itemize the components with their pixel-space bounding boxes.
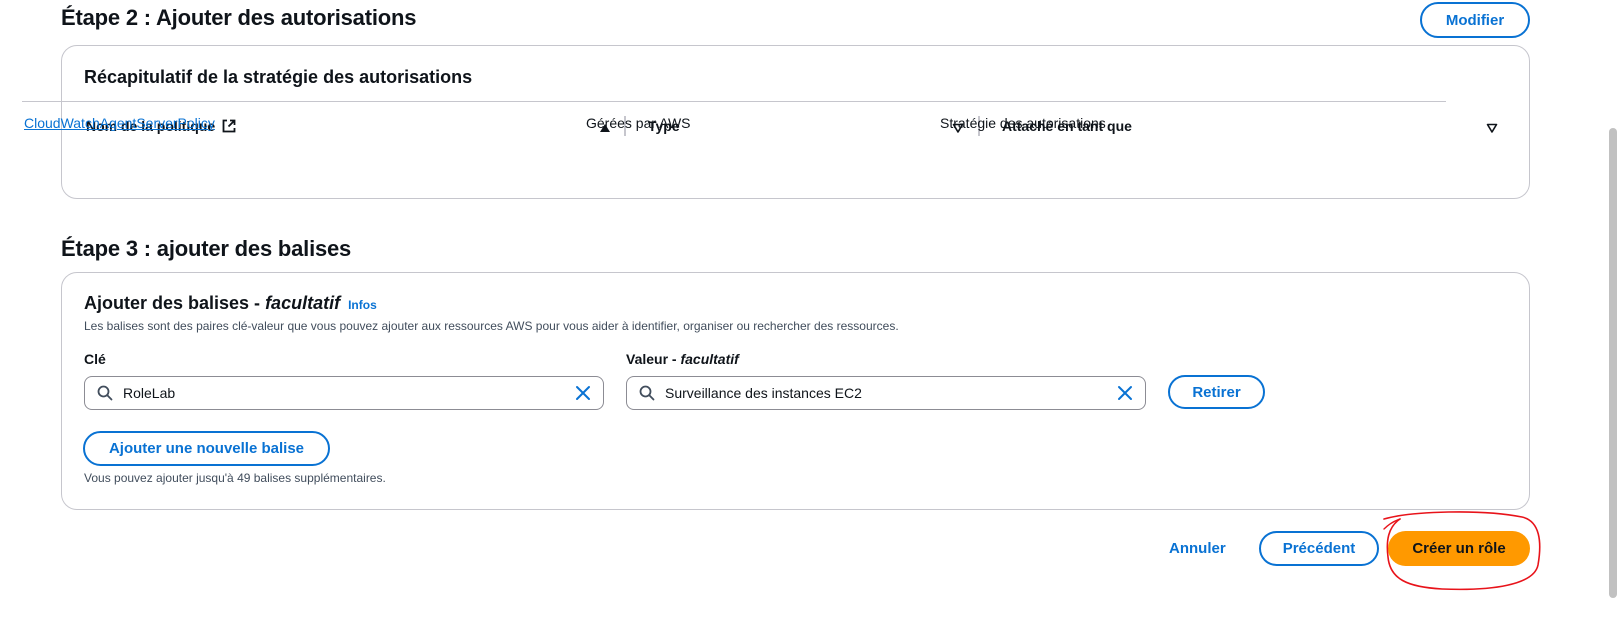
tag-value-input[interactable]: Surveillance des instances EC2: [626, 376, 1146, 410]
table-row: CloudWatchAgentServerPolicy Gérées par A…: [24, 115, 1444, 135]
close-icon[interactable]: [1115, 383, 1135, 403]
tag-value-value[interactable]: Surveillance des instances EC2: [665, 385, 1115, 401]
header-divider: [22, 101, 1446, 102]
tags-limit-text: Vous pouvez ajouter jusqu'à 49 balises s…: [84, 471, 386, 485]
card-title-optional: facultatif: [265, 293, 341, 313]
scrollbar-thumb[interactable]: [1609, 128, 1617, 598]
key-label: Clé: [84, 351, 106, 367]
cancel-button[interactable]: Annuler: [1169, 540, 1226, 557]
policy-attached-as: Stratégie des autorisations: [940, 115, 1106, 131]
tag-key-value[interactable]: RoleLab: [123, 385, 573, 401]
create-role-button[interactable]: Créer un rôle: [1388, 531, 1530, 566]
sort-descending-icon[interactable]: [1486, 121, 1498, 139]
close-icon[interactable]: [573, 383, 593, 403]
step3-title: Étape 3 : ajouter des balises: [61, 236, 352, 261]
policy-name-link[interactable]: CloudWatchAgentServerPolicy: [24, 115, 215, 131]
value-label-optional: facultatif: [680, 351, 739, 367]
policy-type: Gérées par AWS: [586, 115, 691, 131]
value-label: Valeur - facultatif: [626, 351, 739, 367]
remove-tag-button[interactable]: Retirer: [1168, 375, 1265, 409]
info-link[interactable]: Infos: [348, 298, 377, 312]
edit-button[interactable]: Modifier: [1420, 2, 1530, 38]
step2-title: Étape 2 : Ajouter des autorisations: [61, 5, 417, 30]
add-tag-button[interactable]: Ajouter une nouvelle balise: [83, 431, 330, 466]
card-title: Récapitulatif de la stratégie des autori…: [84, 67, 473, 87]
search-icon: [639, 385, 655, 401]
tag-key-input[interactable]: RoleLab: [84, 376, 604, 410]
scrollbar[interactable]: [1606, 0, 1620, 618]
tags-card: Ajouter des balises - facultatif Infos L…: [61, 272, 1530, 510]
tags-description: Les balises sont des paires clé-valeur q…: [84, 319, 899, 333]
card-title: Ajouter des balises - facultatif Infos: [84, 293, 377, 314]
previous-button[interactable]: Précédent: [1259, 531, 1379, 566]
search-icon: [97, 385, 113, 401]
card-title-main: Ajouter des balises -: [84, 293, 266, 313]
value-label-main: Valeur -: [626, 351, 681, 367]
